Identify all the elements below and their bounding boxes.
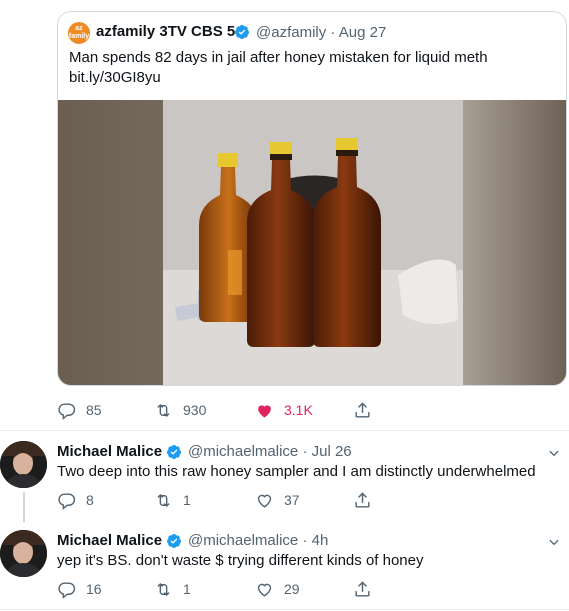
tweet-date[interactable]: Jul 26 [312,443,352,460]
share-icon [355,491,370,508]
quoted-tweet-headline: Man spends 82 days in jail after honey m… [69,49,488,66]
reply-count: 85 [86,402,102,418]
like-icon [257,583,272,597]
honey-bottles-photo [58,100,566,385]
retweet-button[interactable]: 1 [154,489,191,511]
author-name[interactable]: Michael Malice [57,443,162,460]
author-handle-and-date: @michaelmalice · 4h [188,532,328,549]
chevron-down-icon[interactable] [547,535,561,549]
michael-malice-avatar-photo [0,441,47,488]
tweet-date[interactable]: 4h [312,532,329,549]
verified-icon [167,445,181,459]
reply-button[interactable]: 16 [57,578,102,600]
author-handle-and-date: @michaelmalice · Jul 26 [188,443,352,460]
like-button[interactable]: 37 [255,489,300,511]
quoted-tweet-image[interactable] [58,100,566,385]
quoted-tweet-actions: 85 930 3.1K [57,399,397,421]
retweet-icon [157,403,170,417]
retweet-button[interactable]: 1 [154,578,191,600]
quoted-author-name[interactable]: azfamily 3TV CBS 5 [96,23,235,40]
reply-button[interactable]: 8 [57,489,94,511]
tweet-text: yep it's BS. don't waste $ trying differ… [57,552,424,569]
verified-icon [235,25,249,39]
share-button[interactable] [353,399,382,421]
quoted-tweet-link[interactable]: bit.ly/30GI8yu [69,68,559,88]
quoted-tweet-date[interactable]: Aug 27 [339,24,387,41]
retweet-count: 1 [183,492,191,508]
like-button[interactable]: 3.1K [255,399,313,421]
like-icon [257,494,272,508]
quoted-author-handle-and-date: @azfamily · Aug 27 [256,24,386,41]
author-name[interactable]: Michael Malice [57,532,162,549]
tweet-actions: 16 1 29 [57,578,397,600]
like-count: 37 [284,492,300,508]
avatar[interactable] [0,441,47,488]
share-icon [355,401,370,418]
tweet-actions: 8 1 37 [57,489,397,511]
retweet-button[interactable]: 930 [154,399,206,421]
retweet-icon [157,493,170,507]
author-handle[interactable]: @michaelmalice [188,532,298,549]
michael-malice-avatar-photo [0,530,47,577]
share-button[interactable] [353,578,382,600]
separator-dot: · [302,532,308,549]
reply-count: 16 [86,581,102,597]
chevron-down-icon[interactable] [547,446,561,460]
verified-icon [167,534,181,548]
separator-dot: · [302,443,308,460]
reply-icon [58,492,76,510]
reply-icon [58,581,76,599]
retweet-count: 1 [183,581,191,597]
share-icon [355,580,370,597]
quoted-tweet-card[interactable]: az family azfamily 3TV CBS 5 @azfamily ·… [57,11,567,386]
tweet-text: Two deep into this raw honey sampler and… [57,463,536,480]
separator-dot: · [330,24,336,41]
thread-connector [23,492,25,522]
divider [0,609,569,610]
reply-count: 8 [86,492,94,508]
divider [0,430,569,431]
like-count: 3.1K [284,402,313,418]
quoted-author-handle[interactable]: @azfamily [256,24,326,41]
reply-button[interactable]: 85 [57,399,102,421]
retweet-icon [157,582,170,596]
retweet-count: 930 [183,402,207,418]
reply-icon [58,402,76,420]
azfamily-avatar[interactable]: az family [68,22,90,44]
avatar[interactable] [0,530,47,577]
like-button[interactable]: 29 [255,578,300,600]
like-count: 29 [284,581,300,597]
avatar-logo-text: az family [68,25,90,40]
like-icon [258,404,271,418]
author-handle[interactable]: @michaelmalice [188,443,298,460]
share-button[interactable] [353,489,382,511]
quoted-tweet-text: Man spends 82 days in jail after honey m… [69,48,559,88]
